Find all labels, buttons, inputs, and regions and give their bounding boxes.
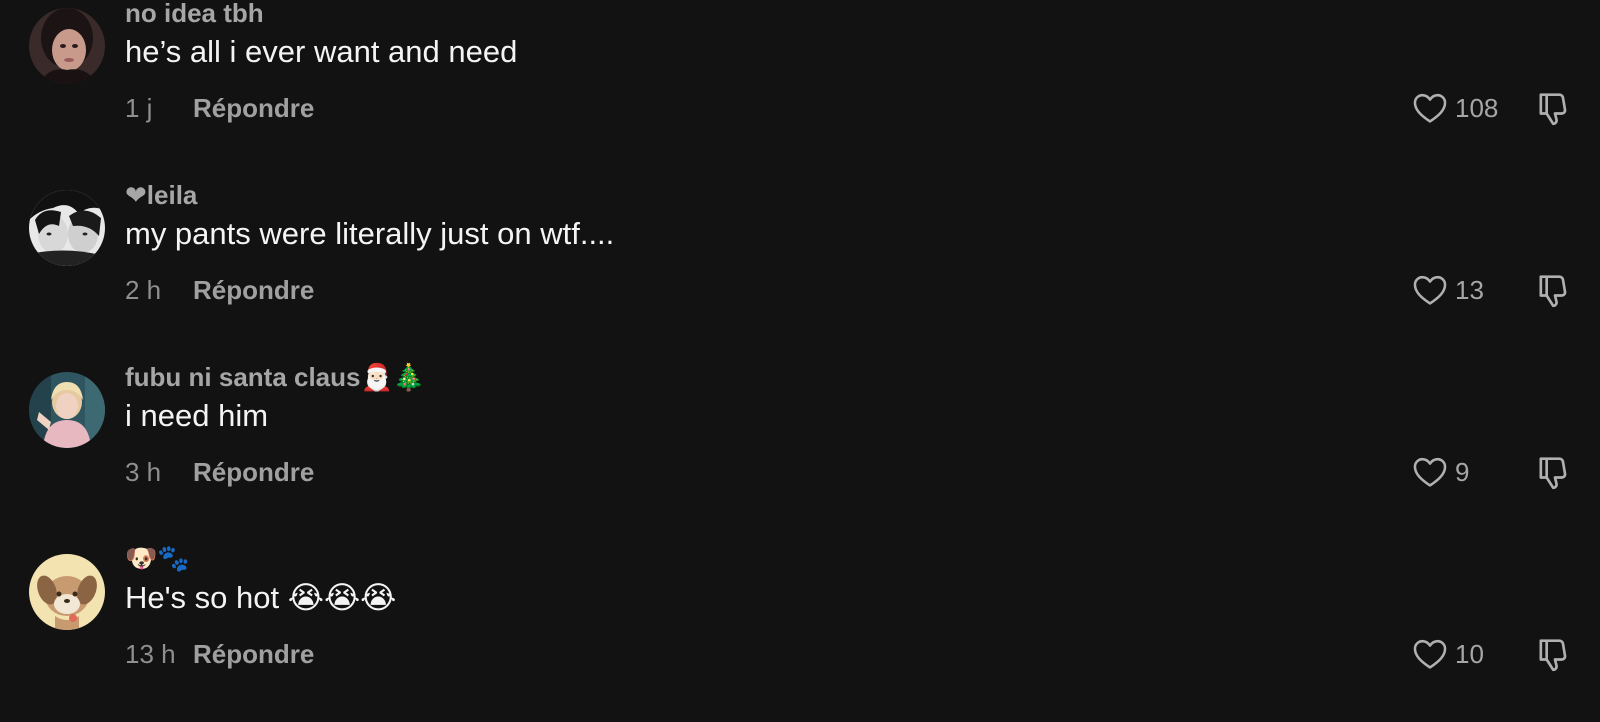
thumbs-down-icon (1539, 639, 1567, 672)
heart-icon (1413, 457, 1447, 487)
avatar[interactable] (29, 8, 105, 84)
like-button[interactable]: 108 (1411, 89, 1498, 127)
comment-text: i need him (125, 398, 269, 433)
like-count: 108 (1455, 92, 1499, 123)
comment-username[interactable]: ❤leila (125, 180, 197, 211)
like-button[interactable]: 9 (1411, 453, 1469, 491)
avatar[interactable] (29, 554, 105, 630)
comment-text: my pants were literally just on wtf.... (125, 216, 615, 251)
comment-item: no idea tbh he’s all i ever want and nee… (0, 0, 1600, 176)
avatar-photo-icon (29, 190, 105, 266)
comment-item: 🐶🐾 He's so hot 😭😭😭 13 h Répondre 10 (0, 540, 1600, 722)
like-count: 9 (1455, 456, 1470, 487)
thumbs-down-icon (1539, 93, 1567, 126)
comment-text: He's so hot 😭😭😭 (125, 580, 397, 615)
comment-username[interactable]: no idea tbh (125, 0, 264, 29)
comment-username[interactable]: 🐶🐾 (125, 544, 190, 574)
avatar-photo-icon (29, 8, 105, 84)
reply-button[interactable]: Répondre (193, 457, 314, 488)
reply-button[interactable]: Répondre (193, 275, 314, 306)
comment-meta: 13 h Répondre (125, 637, 314, 671)
comment-time: 13 h (125, 638, 176, 669)
dislike-button[interactable] (1535, 452, 1575, 492)
like-button[interactable]: 10 (1411, 635, 1484, 673)
like-button[interactable]: 13 (1411, 271, 1484, 309)
comment-meta: 1 j Répondre (125, 91, 314, 125)
dislike-button[interactable] (1535, 88, 1575, 128)
comment-time: 3 h (125, 456, 162, 487)
comment-time: 2 h (125, 274, 162, 305)
comment-text: he’s all i ever want and need (125, 34, 518, 69)
dislike-button[interactable] (1535, 634, 1575, 674)
like-count: 13 (1455, 274, 1484, 305)
comment-meta: 3 h Répondre (125, 455, 314, 489)
avatar-photo-icon (29, 372, 105, 448)
dislike-button[interactable] (1535, 270, 1575, 310)
reply-button[interactable]: Répondre (193, 639, 314, 670)
heart-icon (1413, 275, 1447, 305)
comment-time: 1 j (125, 92, 153, 123)
comment-meta: 2 h Répondre (125, 273, 314, 307)
like-count: 10 (1455, 638, 1484, 669)
thumbs-down-icon (1539, 275, 1567, 308)
heart-icon (1413, 93, 1447, 123)
reply-button[interactable]: Répondre (193, 93, 314, 124)
avatar[interactable] (29, 372, 105, 448)
heart-icon (1413, 639, 1447, 669)
comment-item: ❤leila my pants were literally just on w… (0, 176, 1600, 358)
thumbs-down-icon (1539, 457, 1567, 490)
comment-username[interactable]: fubu ni santa claus🎅🏻🎄 (125, 362, 425, 393)
avatar-cartoon-dog-icon (29, 554, 105, 630)
avatar[interactable] (29, 190, 105, 266)
comment-item: fubu ni santa claus🎅🏻🎄 i need him 3 h Ré… (0, 358, 1600, 540)
